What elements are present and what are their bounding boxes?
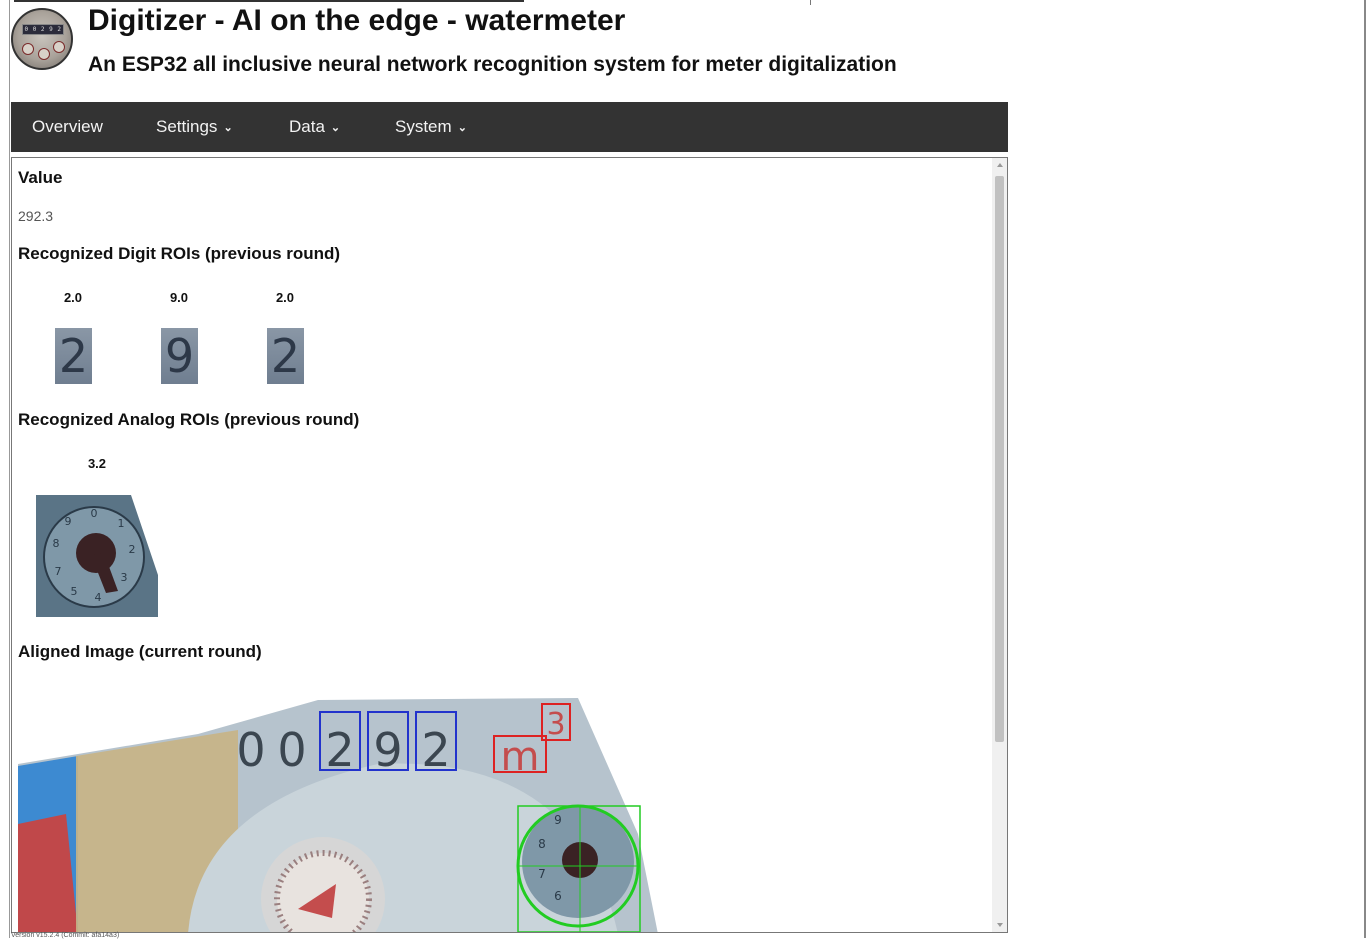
svg-text:0: 0: [277, 723, 306, 777]
chevron-down-icon: ⌄: [223, 122, 233, 134]
browser-tab-edge: [14, 0, 524, 2]
svg-text:9: 9: [373, 723, 402, 777]
nav-settings-label: Settings: [156, 117, 218, 136]
nav-settings[interactable]: Settings ⌄: [156, 102, 233, 152]
content-frame[interactable]: Value 292.3 Recognized Digit ROIs (previ…: [11, 157, 1008, 933]
analog-roi-image: 0 1 2 3 4 5 7 8 9: [36, 495, 158, 617]
scroll-up-icon[interactable]: [997, 163, 1003, 167]
page-subtitle: An ESP32 all inclusive neural network re…: [88, 53, 897, 76]
svg-text:4: 4: [95, 591, 102, 604]
scroll-down-icon[interactable]: [997, 923, 1003, 927]
analog-roi-value: 3.2: [87, 456, 107, 471]
scrollbar-thumb[interactable]: [995, 176, 1004, 742]
main-navbar: Overview Settings ⌄ Data ⌄ System ⌄: [11, 102, 1008, 152]
value-text: 292.3: [18, 208, 54, 224]
nav-data[interactable]: Data ⌄: [289, 102, 340, 152]
svg-text:m: m: [501, 734, 540, 780]
logo-dial: [22, 43, 34, 55]
nav-system[interactable]: System ⌄: [395, 102, 467, 152]
nav-system-label: System: [395, 117, 452, 136]
svg-text:5: 5: [71, 585, 78, 598]
svg-text:2: 2: [421, 723, 450, 777]
svg-text:6: 6: [554, 889, 562, 903]
digit-rois-heading: Recognized Digit ROIs (previous round): [18, 244, 341, 263]
page-title: Digitizer - AI on the edge - watermeter: [88, 4, 626, 37]
svg-text:9: 9: [65, 515, 72, 528]
analog-rois-heading: Recognized Analog ROIs (previous round): [18, 410, 360, 429]
chevron-down-icon: ⌄: [457, 122, 467, 134]
nav-overview-label: Overview: [32, 117, 103, 136]
digit-roi-value: 9.0: [169, 290, 189, 305]
top-tick: [810, 0, 811, 5]
value-heading: Value: [18, 168, 63, 187]
svg-text:0: 0: [236, 723, 265, 777]
svg-text:8: 8: [53, 537, 60, 550]
svg-text:7: 7: [55, 565, 62, 578]
svg-text:3: 3: [546, 707, 565, 742]
aligned-image-heading: Aligned Image (current round): [18, 642, 262, 661]
page-frame-right: [1364, 0, 1366, 938]
digit-roi-image: 2: [55, 328, 92, 384]
digit-roi-image: 9: [161, 328, 198, 384]
svg-text:2: 2: [129, 543, 136, 556]
app-logo: 0 0 2 9 2: [11, 8, 73, 70]
digit-roi-value: 2.0: [63, 290, 83, 305]
svg-text:7: 7: [538, 867, 546, 881]
logo-dial: [38, 48, 50, 60]
nav-overview[interactable]: Overview: [32, 102, 103, 152]
content-scrollbar[interactable]: [992, 158, 1007, 932]
svg-text:0: 0: [91, 507, 98, 520]
logo-dial: [53, 41, 65, 53]
svg-text:8: 8: [538, 837, 546, 851]
svg-text:9: 9: [554, 813, 562, 827]
page-frame-left: [9, 0, 10, 938]
digit-roi-value: 2.0: [275, 290, 295, 305]
aligned-image: 0 0 2 9 2 m 3 9 8 7 6: [18, 698, 658, 932]
svg-text:2: 2: [325, 723, 354, 777]
svg-text:3: 3: [121, 571, 128, 584]
digit-roi-image: 2: [267, 328, 304, 384]
nav-data-label: Data: [289, 117, 325, 136]
chevron-down-icon: ⌄: [330, 122, 341, 134]
logo-digits: 0 0 2 9 2: [22, 24, 64, 35]
svg-text:1: 1: [118, 517, 125, 530]
